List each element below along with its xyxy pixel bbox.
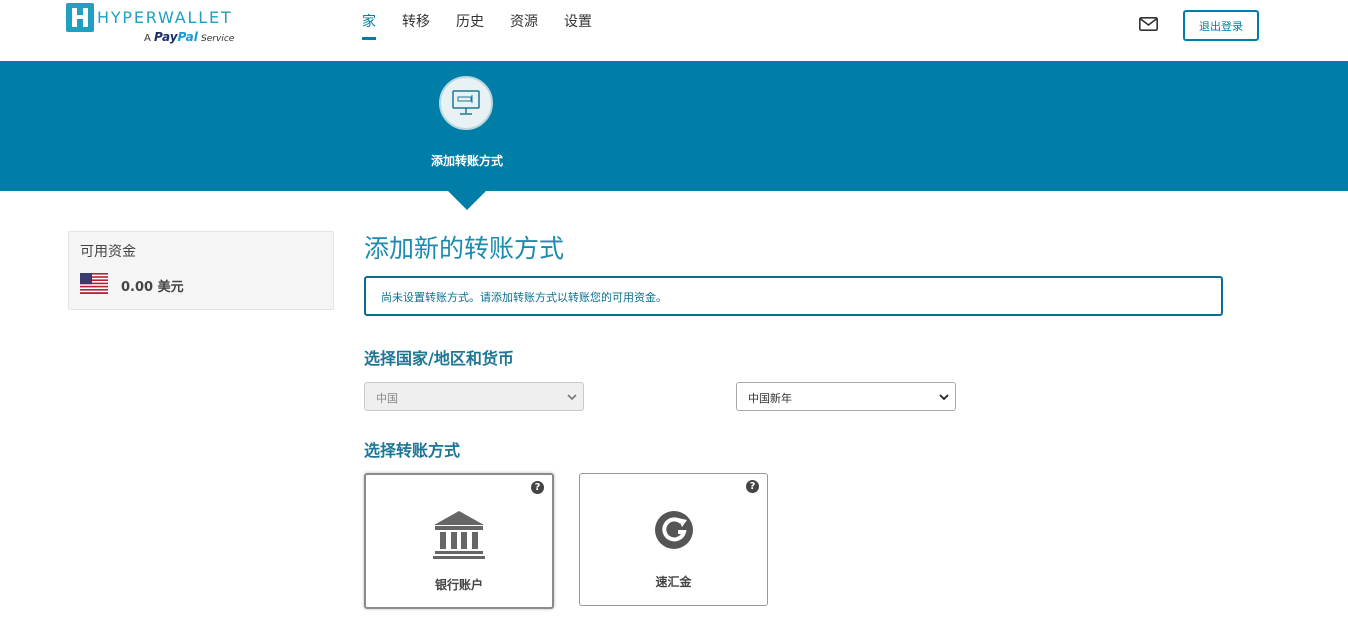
step-indicator	[439, 76, 493, 130]
currency-select-value: 中国新年	[748, 392, 792, 405]
logout-button[interactable]: 退出登录	[1183, 10, 1259, 41]
country-select-value: 中国	[376, 392, 398, 405]
nav-home[interactable]: 家	[362, 11, 376, 40]
moneygram-option[interactable]: ? 速汇金	[579, 473, 768, 606]
logo-tagline: A PayPal Service	[144, 30, 235, 44]
moneygram-label: 速汇金	[655, 575, 692, 589]
hyperwallet-logo-mark	[66, 3, 94, 32]
help-icon[interactable]: ?	[531, 481, 544, 494]
mail-icon[interactable]	[1139, 17, 1158, 31]
top-header: HYPERWALLET A PayPal Service 家 转移 历史 资源 …	[0, 0, 1348, 61]
nav-resources[interactable]: 资源	[510, 11, 538, 39]
chevron-down-icon	[567, 394, 577, 401]
available-funds-panel: 可用资金 0.00 美元	[68, 231, 334, 310]
moneygram-icon	[654, 511, 693, 549]
info-alert: 尚未设置转账方式。请添加转账方式以转账您的可用资金。	[364, 276, 1223, 316]
page-title: 添加新的转账方式	[364, 234, 565, 263]
bank-account-option[interactable]: ? 银行账户	[364, 473, 554, 609]
step-label: 添加转账方式	[430, 154, 503, 168]
step-banner: 添加转账方式	[0, 61, 1348, 191]
main-nav: 家 转移 历史 资源 设置	[362, 11, 618, 40]
transfer-method-heading: 选择转账方式	[364, 441, 461, 460]
funds-title: 可用资金	[80, 244, 136, 260]
logo-wordmark: HYPERWALLET	[97, 8, 233, 27]
us-flag-icon	[80, 273, 108, 294]
banner-pointer	[448, 191, 486, 210]
currency-select[interactable]: 中国新年	[736, 382, 956, 411]
country-select[interactable]: 中国	[364, 382, 584, 411]
nav-history[interactable]: 历史	[456, 11, 484, 39]
chevron-down-icon	[939, 394, 949, 401]
nav-transfer[interactable]: 转移	[402, 11, 430, 39]
country-currency-heading: 选择国家/地区和货币	[364, 349, 514, 368]
funds-amount: 0.00 美元	[121, 280, 184, 295]
nav-settings[interactable]: 设置	[564, 11, 592, 39]
bank-account-label: 银行账户	[434, 578, 483, 592]
bank-icon	[433, 511, 485, 559]
hyperwallet-logo[interactable]: HYPERWALLET A PayPal Service	[66, 3, 236, 47]
help-icon[interactable]: ?	[746, 480, 759, 493]
monitor-icon	[452, 90, 480, 115]
